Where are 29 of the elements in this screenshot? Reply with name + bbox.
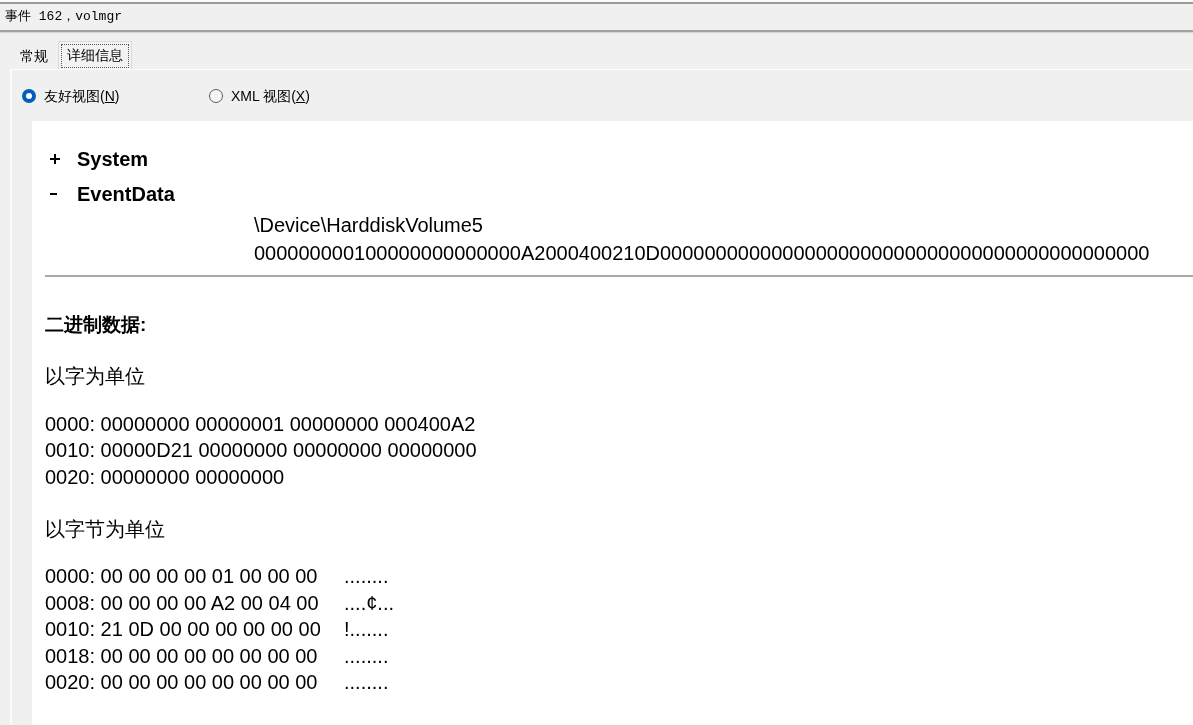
hex-dump-line: 0018: 00 00 00 00 00 00 00 00 bbox=[45, 644, 319, 668]
data-value: \Device\HarddiskVolume5 bbox=[254, 213, 483, 237]
hex-dump-line: 0020: 00000000 00000000 bbox=[45, 465, 285, 489]
node-label: System bbox=[77, 146, 149, 171]
hex-dump-line: 0000: 00000000 00000001 00000000 000400A2 bbox=[45, 412, 476, 436]
radio-button[interactable] bbox=[22, 88, 36, 103]
hex-dump-line: 0000: 00 00 00 00 01 00 00 00 bbox=[45, 565, 319, 589]
data-value: 000000000100000000000000A2000400210D00000000000000000000000000000000000000000000 bbox=[254, 241, 1150, 265]
hex-dump-line: 0010: 21 0D 00 00 00 00 00 00 bbox=[45, 618, 322, 642]
ascii-text: ........ bbox=[344, 565, 389, 589]
plus-icon[interactable] bbox=[50, 153, 60, 164]
ascii-text: ........ bbox=[344, 671, 389, 695]
hex-dump-line: 0020: 00 00 00 00 00 00 00 00 bbox=[45, 671, 319, 695]
tab[interactable]: 详细信息 bbox=[58, 41, 132, 69]
radio-label[interactable]: 友好视图(N) bbox=[44, 86, 120, 105]
hex-dump-line: 0010: 00000D21 00000000 00000000 00000000 bbox=[45, 439, 477, 463]
ascii-text: ........ bbox=[344, 644, 389, 668]
hex-dump-line: 0008: 00 00 00 00 A2 00 04 00 bbox=[45, 591, 320, 615]
ascii-text: ....¢... bbox=[344, 591, 395, 615]
ascii-text: !....... bbox=[344, 618, 389, 642]
section-title: 以字为单位 bbox=[45, 364, 145, 388]
node-label: EventData bbox=[77, 181, 175, 206]
section-title: 以字节为单位 bbox=[45, 516, 165, 541]
window-title: 事件 162，volmgr bbox=[5, 8, 122, 26]
radio-button[interactable] bbox=[209, 88, 223, 103]
minus-icon[interactable] bbox=[50, 192, 57, 195]
tab[interactable]: 常规 bbox=[10, 43, 58, 69]
radio-label[interactable]: XML 视图(X) bbox=[231, 86, 310, 105]
section-heading: 二进制数据: bbox=[45, 313, 147, 337]
